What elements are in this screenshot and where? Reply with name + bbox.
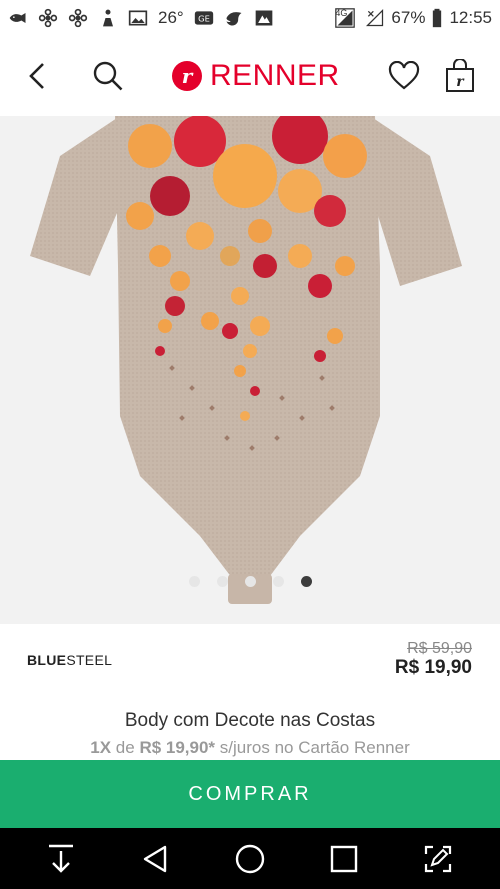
image-icon	[128, 10, 148, 26]
renner-logo[interactable]: r RENNER	[172, 56, 340, 96]
shopping-bag-button[interactable]: r	[438, 54, 482, 98]
shopping-bag-icon: r	[446, 59, 474, 92]
svg-text:GE: GE	[198, 13, 210, 23]
hide-keyboard-button[interactable]	[41, 840, 81, 878]
carousel-dot[interactable]	[272, 576, 284, 587]
recent-square-icon	[330, 845, 358, 873]
ge-icon: GE	[194, 11, 213, 25]
no-signal-icon	[366, 8, 384, 27]
current-price: R$ 19,90	[394, 657, 472, 678]
temperature-text: 26°	[158, 8, 184, 27]
flower-icon	[38, 8, 58, 28]
arrow-down-icon	[49, 844, 73, 873]
search-button[interactable]	[86, 54, 130, 98]
bag-mark: r	[456, 74, 465, 90]
network-type-text: 4G	[335, 8, 348, 18]
favorites-button[interactable]	[382, 54, 426, 98]
flower-icon	[68, 8, 88, 28]
product-title: Body com Decote nas Costas	[124, 710, 376, 731]
person-icon	[103, 9, 113, 27]
product-info: BLUESTEEL R$ 59,90 R$ 19,90 Body com Dec…	[0, 624, 500, 760]
renner-logo-mark: r	[172, 61, 202, 91]
camera-icon	[255, 10, 273, 26]
brand-name-light: STEEL	[66, 652, 113, 668]
fish-icon	[9, 13, 26, 23]
installment-suffix: s/juros no Cartão Renner	[219, 738, 410, 757]
search-icon	[93, 61, 123, 91]
battery-icon	[433, 8, 442, 28]
recent-apps-button[interactable]	[324, 840, 364, 878]
brand-name[interactable]: BLUESTEEL	[27, 652, 112, 668]
home-nav-button[interactable]	[230, 840, 270, 878]
chevron-left-icon	[29, 63, 44, 89]
carousel-dot[interactable]	[216, 576, 228, 587]
installment-de: de	[115, 738, 135, 757]
carousel-dot[interactable]	[188, 576, 200, 587]
back-nav-button[interactable]	[135, 840, 175, 878]
back-triangle-icon	[143, 845, 167, 873]
dove-icon	[226, 12, 242, 26]
renner-logo-text: RENNER	[210, 59, 340, 92]
carousel-dot[interactable]	[244, 576, 256, 587]
back-button[interactable]	[16, 54, 60, 98]
product-photo	[0, 116, 500, 624]
buy-button[interactable]: COMPRAR	[0, 760, 500, 828]
status-bar-notifications: 26° GE	[8, 8, 274, 28]
heart-icon	[388, 61, 420, 90]
installment-value: R$ 19,90*	[139, 738, 216, 757]
carousel-indicator	[0, 576, 500, 590]
home-circle-icon	[235, 844, 265, 874]
system-navigation-bar	[0, 828, 500, 889]
installment-info: 1X de R$ 19,90* s/juros no Cartão Renner	[0, 738, 500, 758]
brand-name-bold: BLUE	[27, 652, 67, 668]
product-image-carousel[interactable]	[0, 116, 500, 624]
status-bar-system: 4G 67% 12:55	[335, 8, 492, 28]
old-price: R$ 59,90	[407, 640, 472, 657]
edit-screenshot-button[interactable]	[418, 840, 458, 878]
battery-text: 67%	[391, 8, 426, 27]
installment-count: 1X	[90, 738, 112, 757]
app-header: r RENNER r	[0, 36, 500, 116]
edit-pencil-icon	[424, 845, 452, 873]
carousel-dot[interactable]	[300, 576, 312, 587]
status-bar: 26° GE 4G 67% 12:55	[0, 0, 500, 36]
clock-text: 12:55	[449, 8, 492, 27]
